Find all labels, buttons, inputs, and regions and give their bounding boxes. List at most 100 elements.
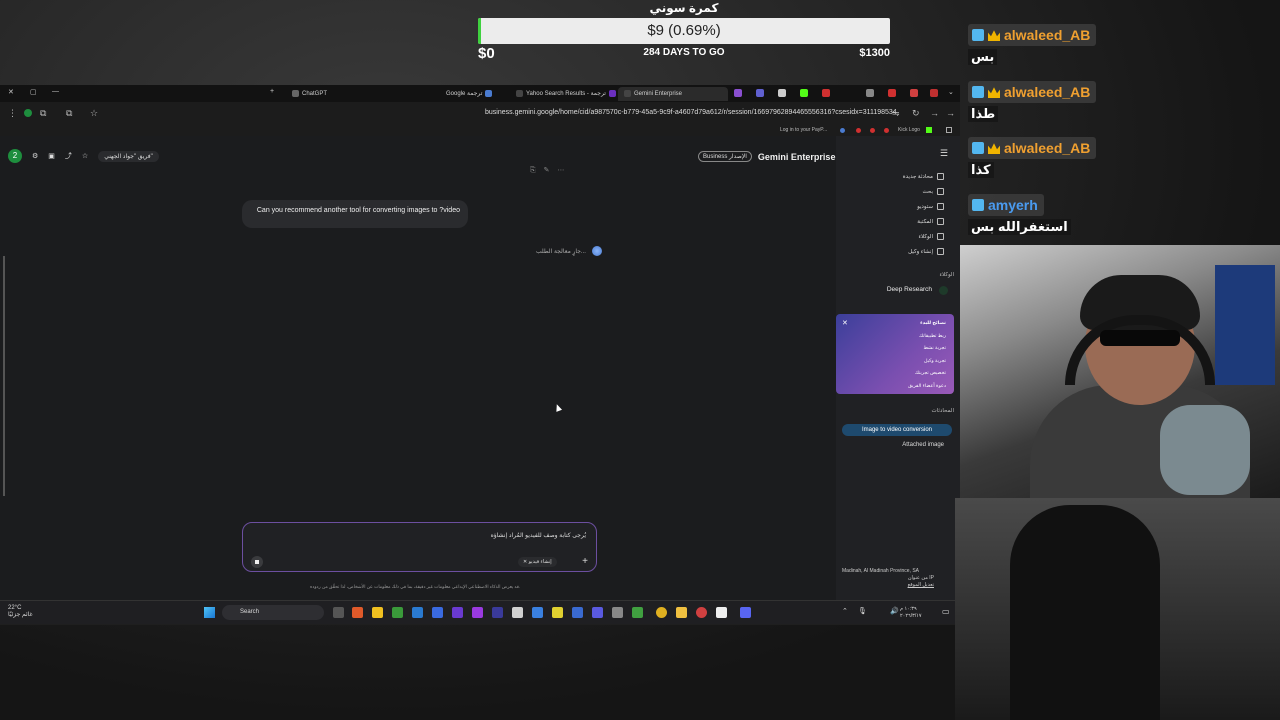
extension-icon[interactable] bbox=[866, 89, 874, 97]
discord-icon[interactable] bbox=[740, 607, 751, 618]
volume-icon[interactable]: 🔊 bbox=[890, 607, 899, 615]
app-icon[interactable] bbox=[452, 607, 463, 618]
bookmark-star-icon[interactable]: ☆ bbox=[90, 108, 98, 119]
brave-icon[interactable] bbox=[352, 607, 363, 618]
share-icon[interactable]: ⤴ bbox=[65, 151, 72, 161]
bookmark-icon[interactable] bbox=[856, 128, 861, 133]
sidebar-item-library[interactable]: المكتبة bbox=[903, 215, 944, 230]
create-video-chip[interactable]: ✕ إنشاء فيديو bbox=[518, 557, 557, 567]
stop-button[interactable] bbox=[251, 556, 263, 568]
deep-research-item[interactable]: Deep Research bbox=[887, 286, 932, 293]
tip-item[interactable]: ربط تطبيقاتك bbox=[844, 331, 946, 344]
tip-item[interactable]: تجربة نشط bbox=[844, 343, 947, 356]
all-bookmarks-icon[interactable] bbox=[946, 127, 952, 133]
copy-icon[interactable]: ⎘ bbox=[530, 167, 544, 174]
star-icon[interactable]: ☆ bbox=[82, 152, 88, 160]
tip-item[interactable]: دعوة أعضاء الفريق bbox=[844, 381, 946, 394]
extensions-icon[interactable]: ⧉ bbox=[40, 108, 46, 119]
inbox-icon[interactable]: ▣ bbox=[48, 152, 55, 160]
taskbar-search[interactable]: Search bbox=[222, 605, 324, 620]
bookmark-kick-logo[interactable]: Kick Logo bbox=[898, 127, 920, 133]
more-icon[interactable]: ⋯ bbox=[557, 167, 572, 174]
app-icon[interactable] bbox=[552, 607, 563, 618]
restore-icon[interactable]: ▢ bbox=[30, 88, 37, 96]
tip-item[interactable]: تخصيص تجربتك bbox=[844, 368, 946, 381]
app-icon[interactable] bbox=[592, 607, 603, 618]
hamburger-menu-icon[interactable]: ☰ bbox=[940, 148, 948, 159]
app-icon[interactable] bbox=[432, 607, 443, 618]
tray-chevron-icon[interactable]: ⌃ bbox=[842, 607, 848, 615]
extension-icon[interactable] bbox=[756, 89, 764, 97]
app-icon[interactable] bbox=[716, 607, 727, 618]
app-icon[interactable] bbox=[412, 607, 423, 618]
extension-icon[interactable] bbox=[910, 89, 918, 97]
edit-icon[interactable]: ✎ bbox=[544, 167, 558, 174]
twitch-icon[interactable] bbox=[734, 89, 742, 97]
session-chip[interactable]: فريق "جواد الجهني" bbox=[98, 150, 159, 162]
bookmark-icon[interactable] bbox=[870, 128, 875, 133]
clock[interactable]: ١٠:٣٩ م ٢٠٢٦/٣/١٧ bbox=[900, 606, 922, 620]
microphone-icon[interactable]: 🎙 bbox=[858, 607, 867, 615]
extension-icon[interactable] bbox=[888, 89, 896, 97]
settings-gear-icon[interactable]: ⚙ bbox=[32, 152, 38, 160]
sidebar-item-search[interactable]: بحث bbox=[903, 185, 944, 200]
extension-icon[interactable] bbox=[930, 89, 938, 97]
mouse-cursor-icon bbox=[553, 403, 563, 412]
reload-icon[interactable]: ↻ bbox=[912, 108, 920, 119]
windows-start-icon[interactable] bbox=[204, 607, 215, 618]
add-icon[interactable]: + bbox=[582, 556, 588, 567]
app-icon[interactable] bbox=[472, 607, 483, 618]
scrollbar[interactable] bbox=[3, 256, 5, 496]
sidebar-item-create-agent[interactable]: إنشاء وكيل bbox=[903, 245, 944, 260]
bookmark-icon[interactable] bbox=[840, 128, 845, 133]
app-icon[interactable] bbox=[572, 607, 583, 618]
close-window-icon[interactable]: ✕ bbox=[8, 88, 14, 96]
youtube-icon[interactable] bbox=[822, 89, 830, 97]
app-icon[interactable] bbox=[392, 607, 403, 618]
app-icon[interactable] bbox=[532, 607, 543, 618]
url-field[interactable]: business.gemini.google/home/cid/a987570c… bbox=[485, 109, 897, 116]
app-icon[interactable] bbox=[612, 607, 623, 618]
menu-icon[interactable]: ⋮ bbox=[8, 108, 17, 119]
prompt-input[interactable]: يُرجى كتابة وصف للفيديو المُراد إنشاؤه bbox=[491, 532, 586, 539]
app-icon[interactable] bbox=[372, 607, 383, 618]
sidebar-item-studio[interactable]: ستوديو bbox=[903, 200, 944, 215]
sidebar-item-label: الوكلاء bbox=[918, 234, 933, 240]
app-icon[interactable] bbox=[512, 607, 523, 618]
app-icon[interactable] bbox=[492, 607, 503, 618]
tab-chatgpt[interactable]: ChatGPT bbox=[286, 87, 333, 101]
chrome-icon[interactable] bbox=[656, 607, 667, 618]
chevron-down-icon[interactable]: ⌄ bbox=[948, 88, 954, 96]
minimize-icon[interactable]: — bbox=[52, 88, 59, 95]
conversation-item-active[interactable]: Image to video conversion bbox=[842, 424, 952, 436]
app-icon[interactable] bbox=[696, 607, 707, 618]
sidebar-item-new-chat[interactable]: محادثة جديدة bbox=[903, 170, 944, 185]
tab-gemini[interactable]: Gemini Enterprise bbox=[618, 87, 728, 101]
star-icon bbox=[937, 203, 944, 211]
update-location-link[interactable]: تعديل الموقع bbox=[842, 582, 934, 589]
close-tab-icon bbox=[516, 90, 523, 97]
back-icon[interactable]: → bbox=[946, 108, 955, 118]
conversation-item[interactable]: Attached image bbox=[842, 439, 952, 451]
kick-icon[interactable] bbox=[926, 127, 932, 133]
avatar[interactable]: 2 bbox=[8, 149, 22, 163]
eye-icon[interactable] bbox=[778, 89, 786, 97]
sidebar-item-agents[interactable]: الوكلاء bbox=[903, 230, 944, 245]
weather-widget[interactable]: 22°C غائم جزئيًا bbox=[8, 605, 33, 619]
tab-google-translate[interactable]: Google ترجمة bbox=[440, 87, 501, 101]
new-tab-icon[interactable]: + bbox=[270, 88, 274, 95]
bookmark-icon[interactable] bbox=[884, 128, 889, 133]
app-icon[interactable] bbox=[632, 607, 643, 618]
bookmark-paypal[interactable]: Log in to your PayP... bbox=[780, 127, 827, 133]
share-icon[interactable]: ⧉ bbox=[66, 108, 72, 119]
tab-yahoo[interactable]: Yahoo Search Results - ترجمة bbox=[510, 87, 625, 101]
forward-icon[interactable]: → bbox=[930, 108, 939, 118]
site-settings-icon[interactable]: ⇋ bbox=[892, 108, 900, 119]
notifications-icon[interactable]: ▭ bbox=[942, 607, 950, 616]
task-view-icon[interactable] bbox=[333, 607, 344, 618]
close-icon[interactable]: ✕ bbox=[842, 318, 848, 331]
profile-icon[interactable] bbox=[24, 109, 32, 117]
kick-icon[interactable] bbox=[800, 89, 808, 97]
file-explorer-icon[interactable] bbox=[676, 607, 687, 618]
tip-item[interactable]: تجربة وكيل bbox=[844, 356, 946, 369]
